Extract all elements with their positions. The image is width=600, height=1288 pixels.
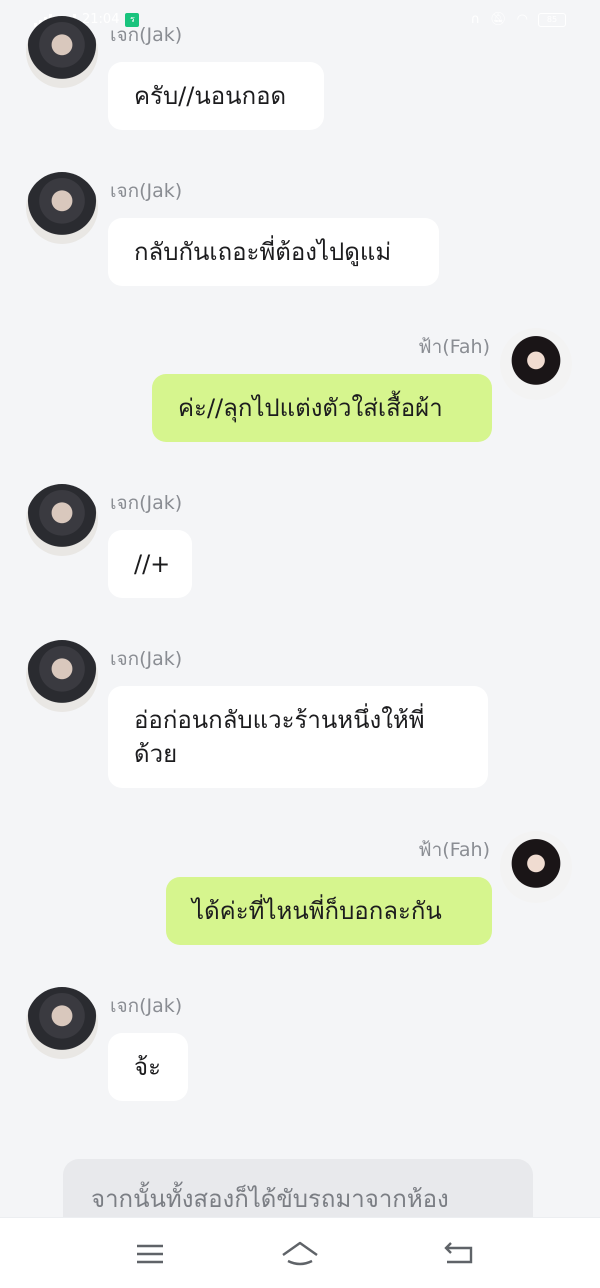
jak-avatar[interactable]	[26, 172, 98, 244]
back-icon[interactable]	[438, 1236, 478, 1272]
menu-icon[interactable]	[130, 1236, 170, 1272]
jak-avatar[interactable]	[26, 640, 98, 712]
battery-icon: 85	[538, 12, 566, 27]
message-bubble[interactable]: อ่อก่อนกลับแวะร้านหนึ่งให้พี่ด้วย	[108, 686, 488, 788]
sender-name: เจก(Jak)	[110, 492, 183, 514]
sender-name: ฟ้า(Fah)	[418, 336, 490, 358]
message-bubble[interactable]: ครับ//นอนกอด	[108, 62, 324, 130]
message-bubble[interactable]: //+	[108, 530, 192, 598]
mute-icon: 🔕︎	[490, 12, 507, 27]
sender-name: ฟ้า(Fah)	[418, 839, 490, 861]
sender-name: เจก(Jak)	[110, 995, 183, 1017]
headphone-icon: ∩	[470, 12, 481, 27]
message-bubble[interactable]: กลับกันเถอะพี่ต้องไปดูแม่	[108, 218, 439, 286]
message-bubble[interactable]: จ้ะ	[108, 1033, 188, 1101]
status-right: ∩ 🔕︎ ◠ 85	[471, 12, 566, 27]
sender-name: เจก(Jak)	[110, 24, 183, 46]
message-bubble[interactable]: ค่ะ//ลุกไปแต่งตัวใส่เสื้อผ้า	[152, 374, 492, 442]
wifi-icon: ◠	[516, 12, 528, 27]
navigation-bar	[0, 1217, 600, 1288]
jak-avatar[interactable]	[26, 16, 98, 88]
fah-avatar[interactable]	[500, 328, 572, 400]
sender-name: เจก(Jak)	[110, 648, 183, 670]
sender-name: เจก(Jak)	[110, 180, 183, 202]
fah-avatar[interactable]	[500, 831, 572, 903]
message-bubble[interactable]: ได้ค่ะที่ไหนพี่ก็บอกละกัน	[166, 877, 492, 945]
jak-avatar[interactable]	[26, 987, 98, 1059]
home-icon[interactable]	[280, 1236, 320, 1272]
jak-avatar[interactable]	[26, 484, 98, 556]
